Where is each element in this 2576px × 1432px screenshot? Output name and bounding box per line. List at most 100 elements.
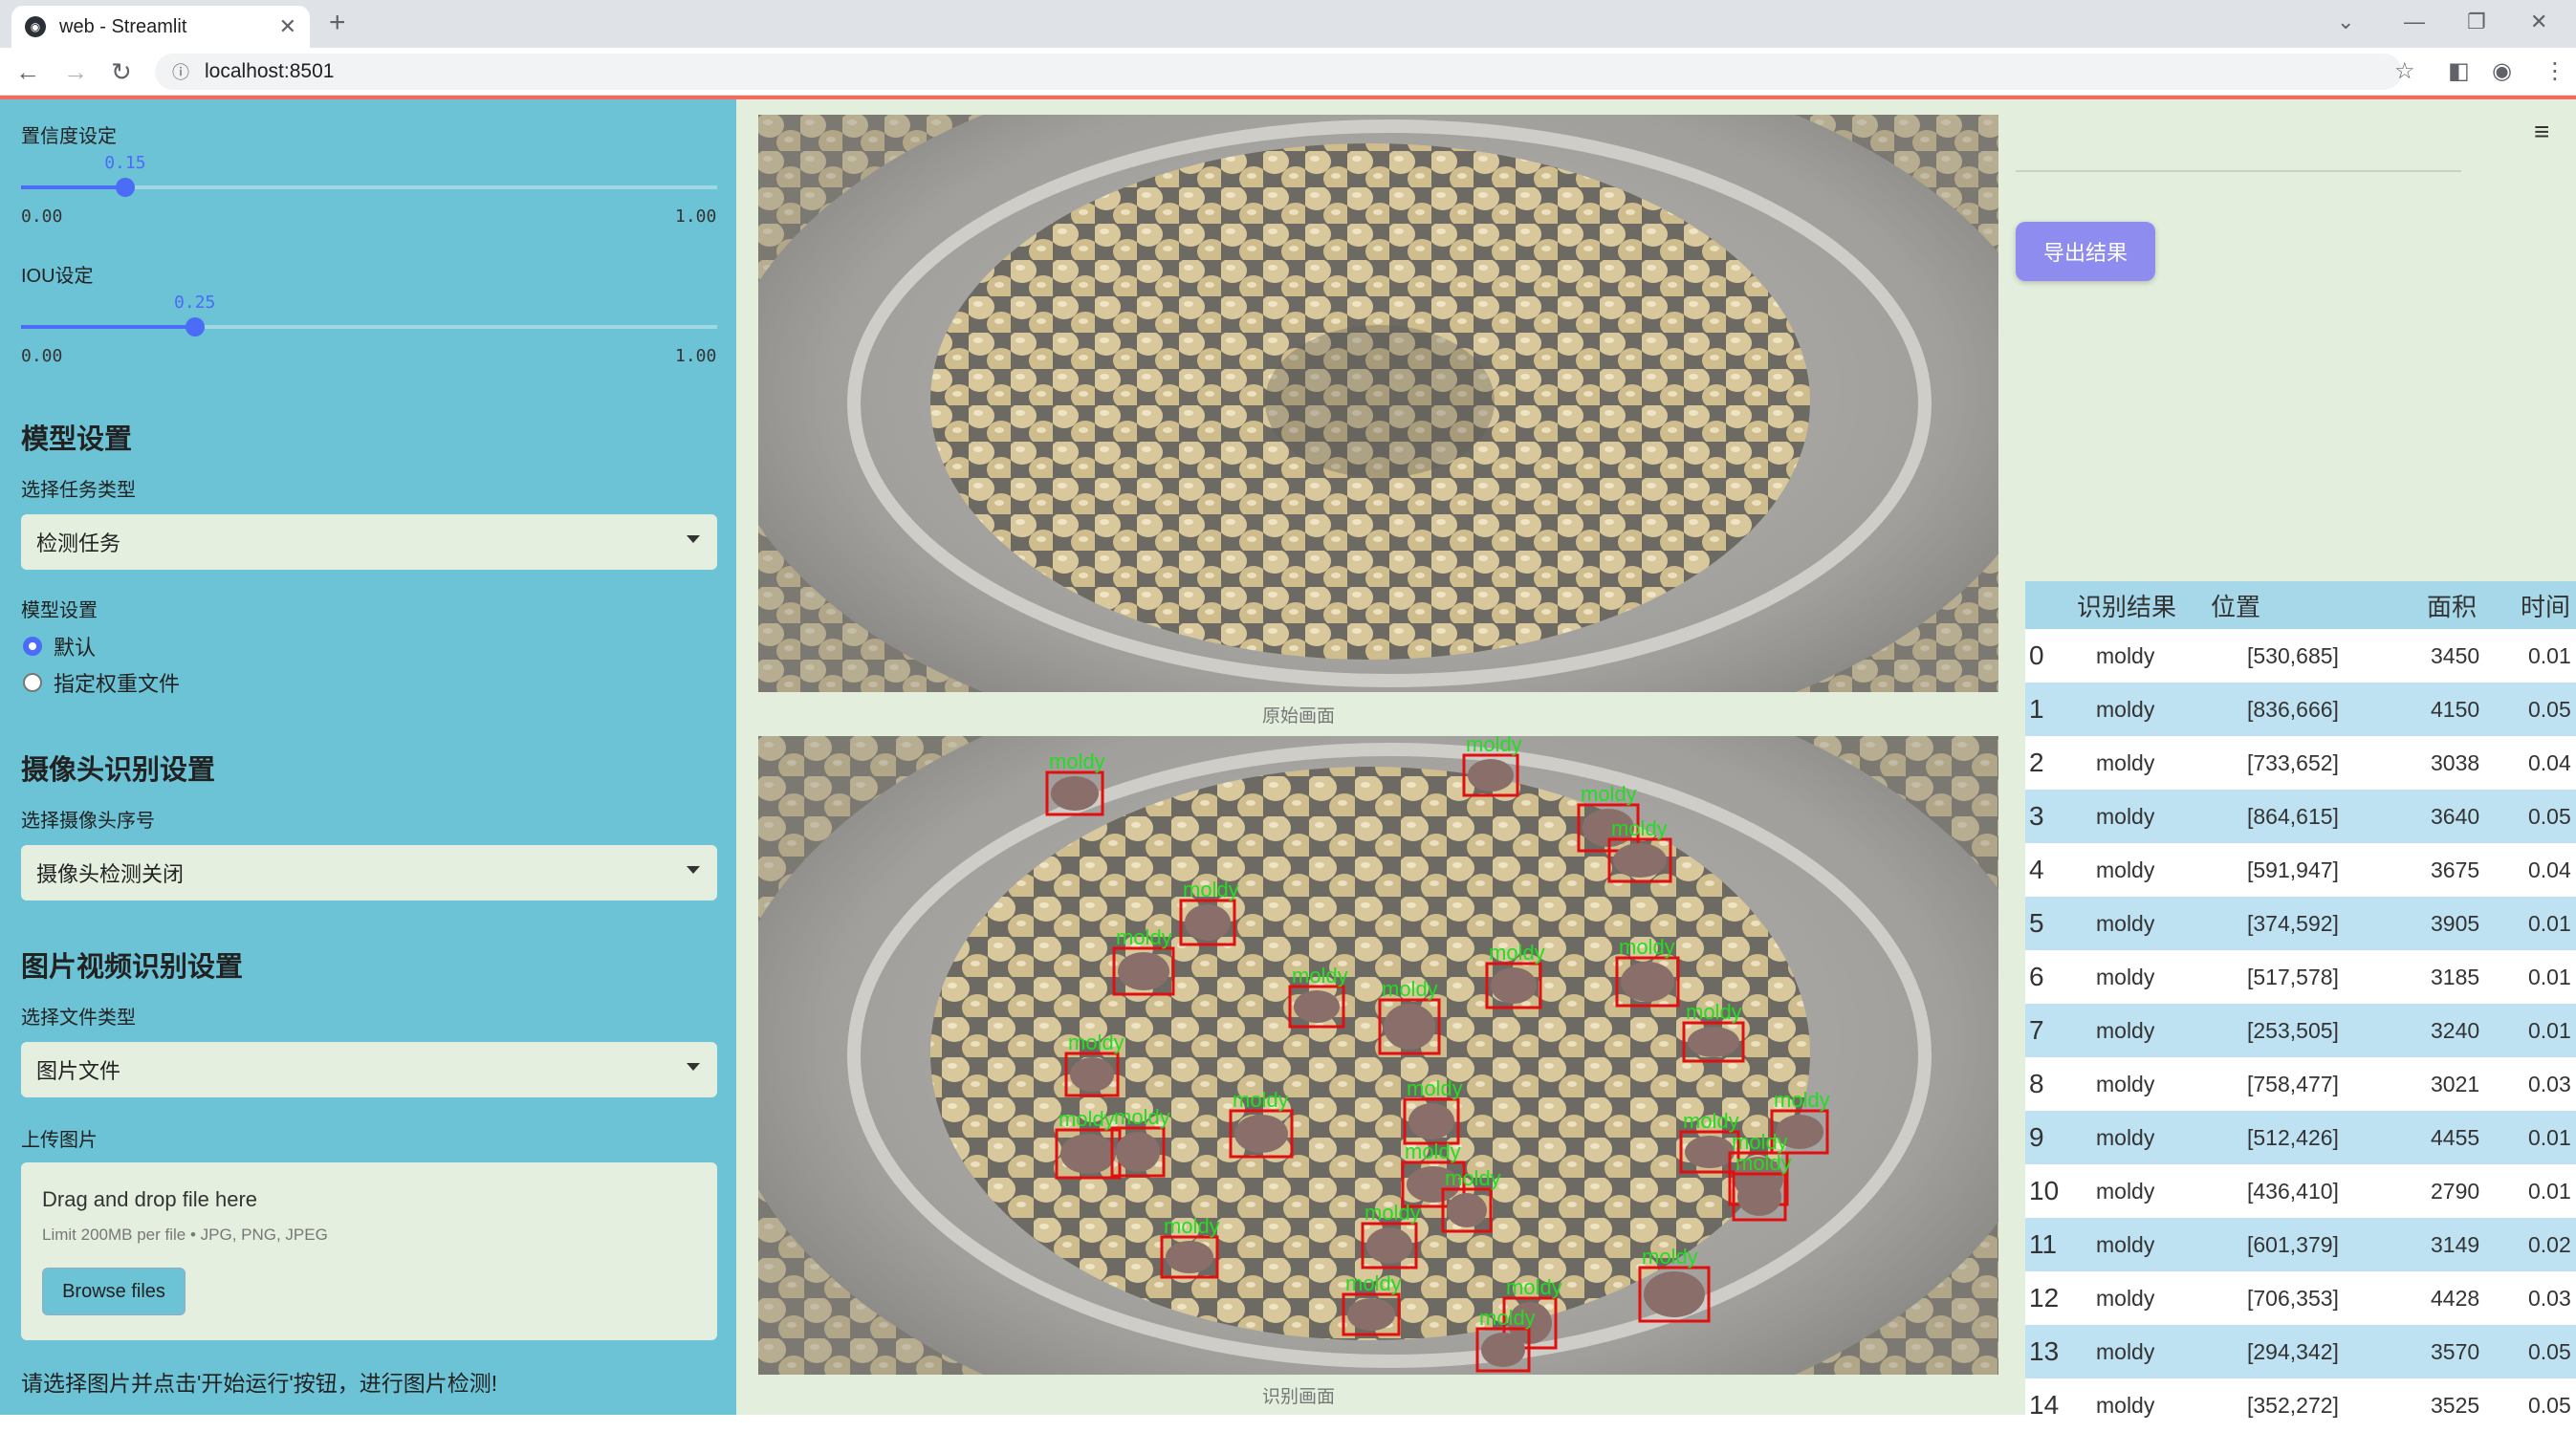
table-row[interactable]: 14 moldy [352,272] 3525 0.05 [2025,1378,2576,1432]
cell-time: 0.03 [2528,1285,2571,1311]
iou-slider[interactable] [21,317,717,336]
table-row[interactable]: 10 moldy [436,410] 2790 0.01 [2025,1164,2576,1218]
sidebar: 置信度设定 0.15 0.00 1.00 IOU设定 0.25 0.00 1.0… [0,99,736,1415]
detection-label: moldy [1059,1107,1115,1131]
upload-limit: Limit 200MB per file • JPG, PNG, JPEG [42,1226,328,1244]
chevron-down-icon [687,535,700,543]
table-row[interactable]: 7 moldy [253,505] 3240 0.01 [2025,1004,2576,1057]
tab-search-chevron-icon[interactable]: ⌄ [2337,10,2354,34]
minimize-icon[interactable]: — [2404,10,2425,34]
table-row[interactable]: 6 moldy [517,578] 3185 0.01 [2025,950,2576,1004]
cell-position: [601,379] [2247,1231,2339,1257]
cell-result: moldy [2096,803,2155,829]
row-index: 12 [2029,1283,2060,1313]
table-row[interactable]: 3 moldy [864,615] 3640 0.05 [2025,790,2576,843]
browser-menu-icon[interactable]: ⋮ [2543,57,2566,85]
browse-files-button[interactable]: Browse files [42,1268,186,1315]
upload-title: Drag and drop file here [42,1187,258,1211]
moldy-bean [1644,1271,1705,1317]
url-bar[interactable]: ⓘ localhost:8501 [155,54,2402,90]
moldy-bean [1116,1132,1160,1172]
export-results-button[interactable]: 导出结果 [2016,222,2155,281]
radio-unselected-icon [23,673,42,692]
upload-label: 上传图片 [21,1130,98,1151]
browser-tab[interactable]: ◉ web - Streamlit ✕ [11,6,310,48]
moldy-bean [1408,1103,1454,1139]
header-position: 位置 [2211,592,2261,621]
bookmark-star-icon[interactable]: ☆ [2394,57,2415,85]
table-row[interactable]: 8 moldy [758,477] 3021 0.03 [2025,1057,2576,1111]
detection-label: moldy [1642,1245,1698,1269]
confidence-min: 0.00 [21,206,63,227]
table-row[interactable]: 11 moldy [601,379] 3149 0.02 [2025,1218,2576,1271]
window-close-icon[interactable]: ✕ [2530,10,2547,34]
moldy-bean [1491,967,1537,1004]
cell-time: 0.01 [2528,964,2571,989]
url-text: localhost:8501 [205,60,335,82]
table-row[interactable]: 12 moldy [706,353] 4428 0.03 [2025,1271,2576,1325]
site-info-icon[interactable]: ⓘ [172,59,189,84]
cell-result: moldy [2096,1338,2155,1364]
table-row[interactable]: 1 moldy [836,666] 4150 0.05 [2025,683,2576,736]
table-body: 0 moldy [530,685] 3450 0.01 1 moldy [836,666] 41… [2025,629,2576,1432]
browser-tabbar: ◉ web - Streamlit ✕ + ⌄ — ❐ ✕ [0,0,2576,48]
cell-time: 0.02 [2528,1231,2571,1257]
cell-position: [436,410] [2247,1178,2339,1204]
row-index: 2 [2029,748,2044,777]
iou-min: 0.00 [21,346,63,366]
table-row[interactable]: 13 moldy [294,342] 3570 0.05 [2025,1325,2576,1378]
row-index: 4 [2029,855,2044,884]
result-image: moldy moldy moldy moldy moldy moldy moldy moldy… [758,736,1998,1375]
instruction-hint: 请选择图片并点击'开始运行'按钮，进行图片检测! [21,1371,498,1396]
row-index: 3 [2029,801,2044,831]
header-result: 识别结果 [2077,592,2177,621]
hamburger-menu-icon[interactable]: ≡ [2534,117,2549,147]
camera-select[interactable]: 摄像头检测关闭 [21,845,717,900]
confidence-slider[interactable] [21,178,717,197]
file-uploader-dropzone[interactable]: Drag and drop file here Limit 200MB per … [21,1162,717,1340]
detection-label: moldy [1183,878,1239,901]
row-index: 6 [2029,962,2044,991]
streamlit-favicon-icon: ◉ [25,16,46,37]
table-row[interactable]: 0 moldy [530,685] 3450 0.01 [2025,629,2576,683]
detection-label: moldy [1405,1139,1461,1163]
cell-position: [591,947] [2247,857,2339,882]
detection-label: moldy [1581,782,1637,806]
media-section-title: 图片视频识别设置 [21,952,244,983]
file-type-value: 图片文件 [36,1059,121,1083]
radio-custom-weights[interactable]: 指定权重文件 [23,667,180,698]
radio-default[interactable]: 默认 [23,631,96,662]
back-icon[interactable]: ← [15,57,40,86]
new-tab-icon[interactable]: + [329,8,346,38]
table-row[interactable]: 9 moldy [512,426] 4455 0.01 [2025,1111,2576,1164]
task-type-select[interactable]: 检测任务 [21,514,717,570]
detection-label: moldy [1382,977,1438,1001]
forward-icon[interactable]: → [63,57,88,86]
table-header: 识别结果 位置 面积 时间 [2025,581,2576,629]
table-row[interactable]: 4 moldy [591,947] 3675 0.04 [2025,843,2576,897]
cell-time: 0.04 [2528,749,2571,775]
restore-icon[interactable]: ❐ [2467,10,2486,34]
detection-label: moldy [1233,1088,1289,1112]
header-area: 面积 [2427,592,2478,621]
file-type-select[interactable]: 图片文件 [21,1042,717,1097]
detection-label: moldy [1049,749,1105,773]
tab-close-icon[interactable]: ✕ [279,14,296,39]
radio-custom-label: 指定权重文件 [54,672,181,696]
table-row[interactable]: 2 moldy [733,652] 3038 0.04 [2025,736,2576,790]
row-index: 9 [2029,1122,2044,1152]
original-image [758,115,1998,692]
reload-icon[interactable]: ↻ [111,57,132,86]
detection-label: moldy [1292,964,1348,987]
profile-avatar-icon[interactable]: ◉ [2492,57,2512,85]
sidepanel-icon[interactable]: ◧ [2448,57,2470,85]
confidence-label: 置信度设定 [21,126,117,147]
cell-time: 0.01 [2528,1017,2571,1043]
moldy-bean [1051,776,1099,811]
confidence-slider-thumb[interactable] [116,178,136,197]
cell-time: 0.01 [2528,1124,2571,1150]
tab-title: web - Streamlit [59,15,187,37]
table-row[interactable]: 5 moldy [374,592] 3905 0.01 [2025,897,2576,950]
iou-slider-thumb[interactable] [186,317,205,336]
confidence-max: 1.00 [675,206,717,227]
